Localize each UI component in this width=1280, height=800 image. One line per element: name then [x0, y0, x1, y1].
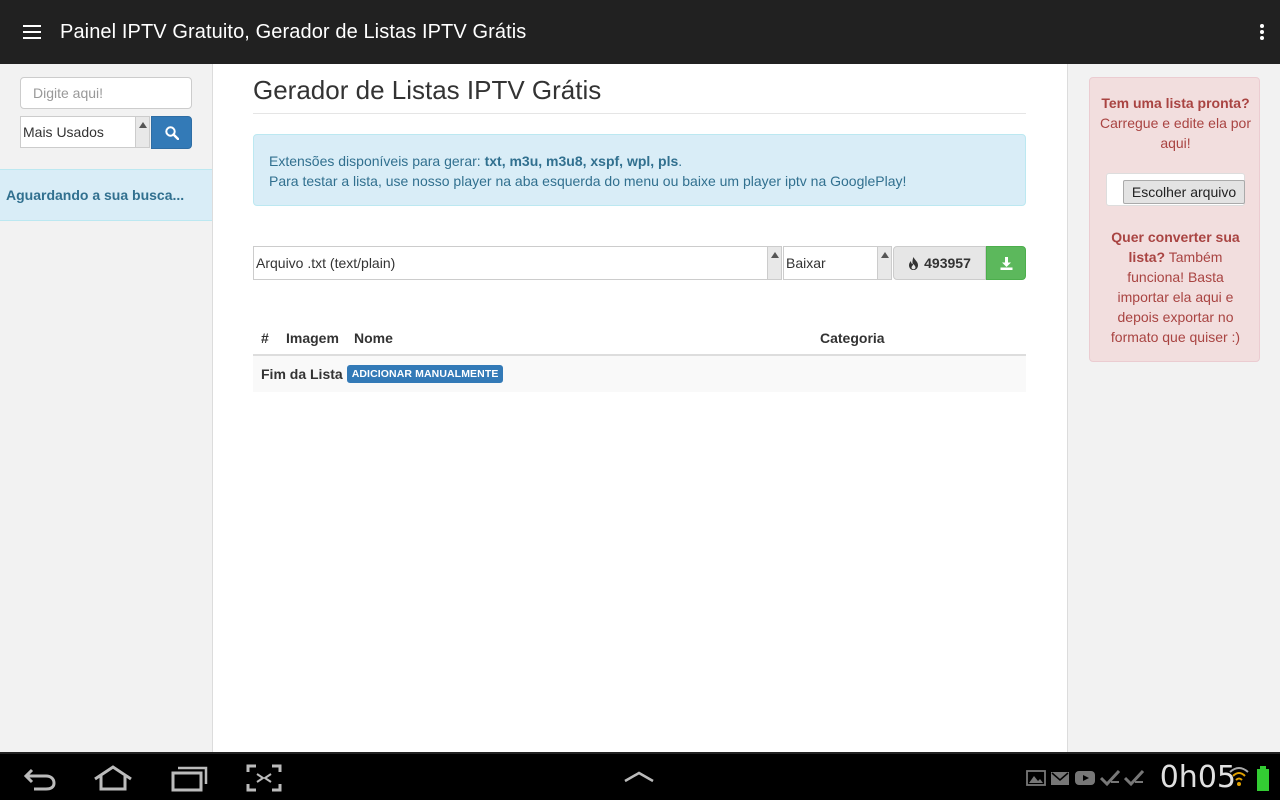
- export-controls: Arquivo .txt (text/plain) Baixar 493957: [253, 246, 1026, 280]
- upload-prompt-text: Carregue e edite ela por aqui!: [1100, 115, 1251, 151]
- column-header-category: Categoria: [820, 330, 885, 346]
- filter-select-value: Mais Usados: [23, 124, 104, 140]
- email-icon: [1051, 772, 1069, 785]
- alert-line-1-prefix: Extensões disponíveis para gerar:: [269, 153, 485, 169]
- column-header-number: #: [261, 330, 269, 346]
- recent-apps-icon[interactable]: [170, 764, 208, 792]
- format-select-value: Arquivo .txt (text/plain): [256, 255, 396, 271]
- download-button[interactable]: [986, 246, 1026, 280]
- system-navigation-bar: 0h05: [0, 752, 1280, 800]
- table-end-row: Fim da Lista ADICIONAR MANUALMENTE: [253, 356, 1026, 392]
- page-title: Gerador de Listas IPTV Grátis: [253, 75, 602, 105]
- menu-icon: [23, 25, 41, 39]
- fire-icon: [909, 256, 919, 270]
- end-of-list-label: Fim da Lista: [261, 366, 343, 382]
- info-alert: Extensões disponíveis para gerar: txt, m…: [253, 134, 1026, 206]
- overflow-menu-icon: [1260, 24, 1264, 40]
- format-select[interactable]: Arquivo .txt (text/plain): [253, 246, 782, 280]
- battery-icon: [1257, 766, 1269, 791]
- action-select[interactable]: Baixar: [783, 246, 892, 280]
- title-divider: [253, 113, 1026, 114]
- gallery-icon: [1026, 770, 1046, 786]
- app-title: Painel IPTV Gratuito, Gerador de Listas …: [60, 20, 527, 43]
- upload-panel: Tem uma lista pronta? Carregue e edite e…: [1089, 77, 1260, 362]
- channel-table: # Imagem Nome Categoria Fim da Lista ADI…: [253, 320, 1026, 392]
- download-counter: 493957: [924, 255, 971, 271]
- select-arrow-icon: [135, 117, 149, 147]
- menu-button[interactable]: [0, 0, 64, 64]
- download-icon: [1000, 256, 1012, 270]
- back-icon[interactable]: [22, 764, 58, 792]
- right-sidebar: Tem uma lista pronta? Carregue e edite e…: [1067, 64, 1280, 752]
- home-icon[interactable]: [92, 764, 134, 792]
- alert-extensions: txt, m3u, m3u8, xspf, wpl, pls: [484, 153, 679, 169]
- wifi-icon: [1229, 767, 1249, 786]
- table-header: # Imagem Nome Categoria: [253, 320, 1026, 356]
- column-header-name: Nome: [354, 330, 393, 346]
- left-sidebar: Digite aqui! Mais Usados Aguardando a su…: [0, 64, 213, 752]
- download-complete-icon: [1100, 769, 1120, 787]
- alert-line-1: Extensões disponíveis para gerar: txt, m…: [269, 151, 1010, 171]
- screenshot-icon[interactable]: [246, 764, 282, 792]
- youtube-icon: [1075, 771, 1095, 785]
- search-input-placeholder: Digite aqui!: [33, 85, 104, 101]
- upload-prompt-question: Tem uma lista pronta?: [1101, 95, 1250, 111]
- select-arrow-icon: [877, 247, 891, 279]
- column-header-image: Imagem: [286, 330, 339, 346]
- choose-file-button[interactable]: Escolher arquivo: [1123, 180, 1245, 204]
- upload-prompt: Tem uma lista pronta? Carregue e edite e…: [1100, 93, 1251, 153]
- filter-select[interactable]: Mais Usados: [20, 116, 150, 148]
- notification-icons: [1026, 768, 1144, 788]
- overflow-menu-button[interactable]: [1252, 16, 1272, 48]
- select-arrow-icon: [767, 247, 781, 279]
- convert-prompt: Quer converter sua lista? Também funcion…: [1100, 227, 1251, 347]
- chevron-up-icon[interactable]: [622, 764, 656, 792]
- clock: 0h05: [1159, 760, 1236, 795]
- alert-line-1-suffix: .: [678, 153, 683, 169]
- add-manually-button[interactable]: ADICIONAR MANUALMENTE: [346, 365, 504, 383]
- action-select-value: Baixar: [786, 255, 826, 271]
- main-content: Gerador de Listas IPTV Grátis Extensões …: [213, 64, 1067, 752]
- alert-line-2: Para testar a lista, use nosso player na…: [269, 173, 907, 189]
- search-status: Aguardando a sua busca...: [0, 169, 212, 221]
- search-input[interactable]: Digite aqui!: [20, 77, 192, 109]
- file-input[interactable]: Escolher arquivo: [1106, 173, 1245, 206]
- search-button[interactable]: [151, 116, 192, 149]
- download-counter-button[interactable]: 493957: [893, 246, 986, 280]
- download-complete-icon: [1124, 769, 1144, 787]
- app-bar: Painel IPTV Gratuito, Gerador de Listas …: [0, 0, 1280, 64]
- search-icon: [164, 125, 179, 140]
